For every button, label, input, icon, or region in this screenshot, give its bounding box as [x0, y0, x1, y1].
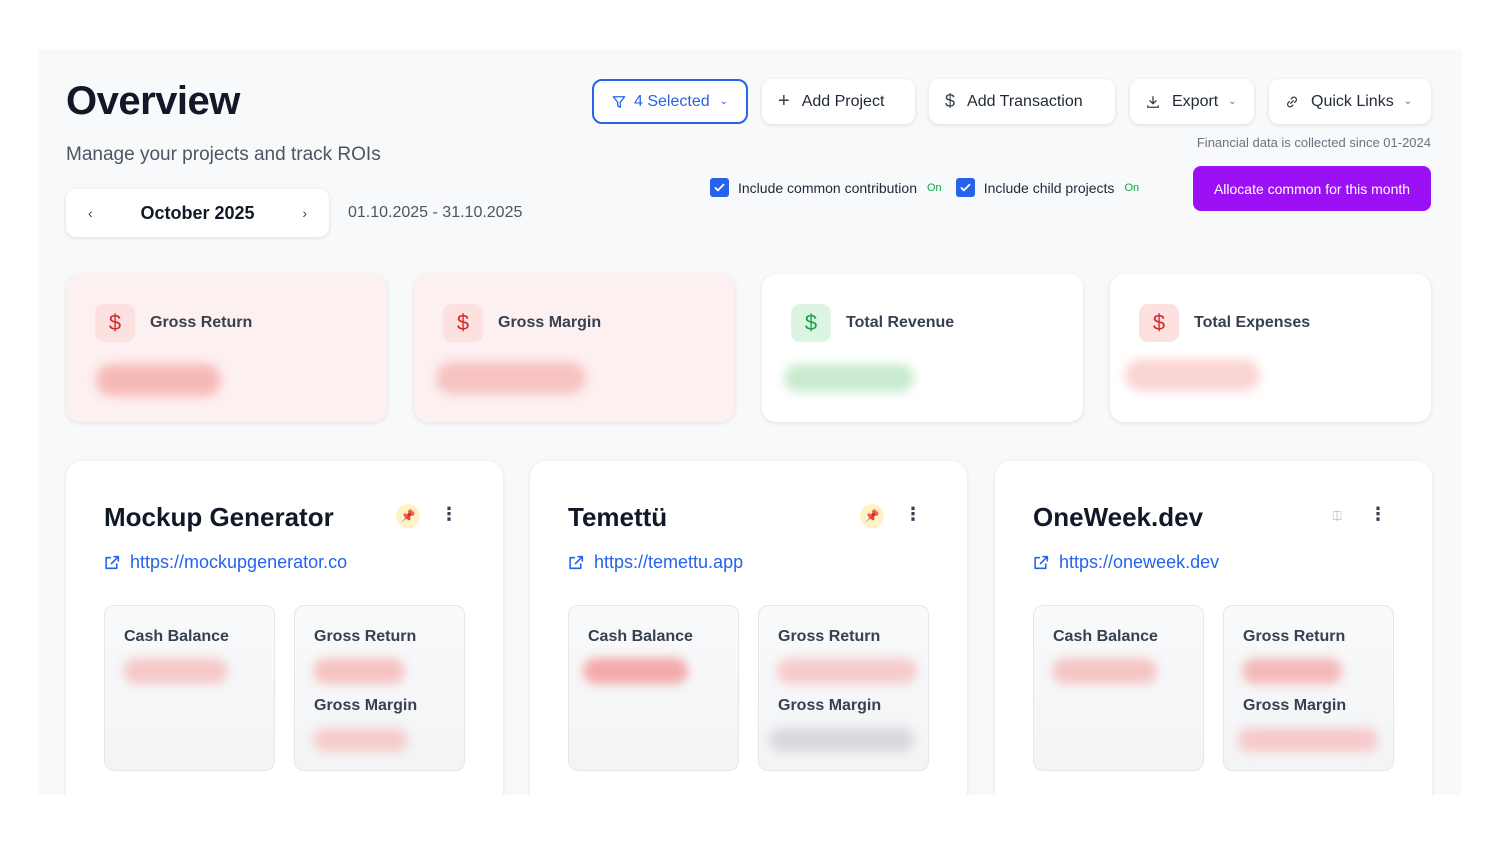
cash-balance-card: Cash Balance — [104, 605, 275, 771]
project-url: https://oneweek.dev — [1059, 552, 1220, 572]
metric-label: Cash Balance — [124, 628, 229, 645]
external-link-icon — [568, 554, 585, 571]
project-card: OneWeek.dev ⎅ ⋮ https://oneweek.dev Cash… — [995, 461, 1432, 795]
pin-icon[interactable]: 📌 — [860, 504, 884, 528]
metric-label: Gross Return — [778, 628, 881, 645]
project-name: Temettü — [568, 502, 668, 532]
stat-label: Gross Margin — [498, 314, 602, 331]
dollar-icon: $ — [95, 304, 135, 342]
dollar-icon: $ — [791, 304, 831, 342]
external-link-icon — [1033, 554, 1050, 571]
include-common-state: On — [927, 181, 942, 194]
project-card: Temettü 📌 ⋮ https://temettu.app Cash Bal… — [530, 461, 967, 795]
blurred-value — [769, 728, 914, 752]
chevron-down-icon: ⌄ — [1403, 96, 1413, 107]
stat-card-total-revenue: $ Total Revenue — [762, 274, 1083, 422]
external-link-icon — [104, 554, 121, 571]
more-options-icon[interactable]: ⋮ — [904, 504, 922, 525]
page-subtitle: Manage your projects and track ROIs — [66, 144, 381, 165]
returns-card: Gross Return Gross Margin — [758, 605, 929, 771]
more-options-icon[interactable]: ⋮ — [440, 504, 458, 525]
dollar-icon: $ — [1139, 304, 1179, 342]
overview-page: Overview Manage your projects and track … — [38, 49, 1462, 795]
metric-label: Gross Return — [314, 628, 417, 645]
chevron-down-icon: ⌄ — [1228, 96, 1237, 107]
returns-card: Gross Return Gross Margin — [1223, 605, 1394, 771]
project-name: OneWeek.dev — [1033, 502, 1204, 532]
metric-label: Cash Balance — [588, 628, 693, 645]
blurred-value — [1238, 728, 1378, 752]
blurred-value — [777, 658, 917, 684]
chevron-left-icon[interactable]: ‹ — [88, 205, 93, 221]
blurred-value — [1242, 658, 1342, 684]
pin-icon[interactable]: 📌 — [396, 504, 420, 528]
add-project-label: Add Project — [801, 92, 885, 110]
filter-icon — [612, 95, 626, 109]
chevron-down-icon: ⌄ — [719, 96, 728, 107]
include-toggles: Include common contribution On Include c… — [710, 178, 1153, 197]
blurred-value — [1125, 359, 1260, 391]
allocate-common-button[interactable]: Allocate common for this month — [1193, 166, 1431, 211]
project-url: https://mockupgenerator.co — [130, 552, 348, 572]
quick-links-dropdown[interactable]: Quick Links ⌄ — [1269, 79, 1431, 124]
include-child-checkbox[interactable] — [955, 178, 975, 197]
project-filter-dropdown[interactable]: 4 Selected ⌄ — [592, 79, 748, 124]
stat-card-gross-return: $ Gross Return — [66, 274, 387, 422]
cash-balance-card: Cash Balance — [568, 605, 739, 771]
date-range: 01.10.2025 - 31.10.2025 — [348, 204, 523, 221]
blurred-value — [1052, 658, 1157, 684]
download-icon — [1146, 95, 1160, 109]
project-link[interactable]: https://temettu.app — [568, 552, 743, 573]
include-common-label: Include common contribution — [738, 179, 917, 196]
add-project-button[interactable]: + Add Project — [762, 79, 915, 124]
blurred-value — [96, 364, 221, 396]
add-transaction-button[interactable]: $ Add Transaction — [929, 79, 1115, 124]
blurred-value — [583, 658, 688, 684]
project-link[interactable]: https://mockupgenerator.co — [104, 552, 347, 573]
dollar-icon: $ — [443, 304, 483, 342]
cash-balance-card: Cash Balance — [1033, 605, 1204, 771]
blurred-value — [436, 362, 586, 394]
stat-label: Total Expenses — [1194, 314, 1311, 331]
export-dropdown[interactable]: Export ⌄ — [1130, 79, 1254, 124]
metric-label: Gross Margin — [1243, 697, 1347, 714]
dollar-icon: $ — [945, 91, 956, 111]
metric-label: Gross Return — [1243, 628, 1346, 645]
more-options-icon[interactable]: ⋮ — [1369, 504, 1387, 525]
month-picker: ‹ October 2025 › — [66, 189, 329, 237]
stat-label: Total Revenue — [846, 314, 955, 331]
add-transaction-label: Add Transaction — [967, 92, 1083, 110]
project-name: Mockup Generator — [104, 502, 334, 532]
chevron-right-icon[interactable]: › — [302, 205, 307, 221]
project-url: https://temettu.app — [594, 552, 744, 572]
stat-card-total-expenses: $ Total Expenses — [1110, 274, 1431, 422]
quick-links-label: Quick Links — [1311, 92, 1394, 110]
metric-label: Gross Margin — [778, 697, 882, 714]
page-title: Overview — [66, 79, 240, 123]
blurred-value — [123, 658, 228, 684]
blurred-value — [313, 658, 405, 684]
pin-outline-icon[interactable]: ⎅ — [1325, 504, 1349, 528]
metric-label: Cash Balance — [1053, 628, 1158, 645]
export-label: Export — [1172, 92, 1219, 110]
filter-label: 4 Selected — [634, 92, 710, 110]
project-card: Mockup Generator 📌 ⋮ https://mockupgener… — [66, 461, 503, 795]
blurred-value — [784, 364, 914, 392]
stat-label: Gross Return — [150, 314, 253, 331]
returns-card: Gross Return Gross Margin — [294, 605, 465, 771]
plus-icon: + — [778, 90, 790, 112]
blurred-value — [313, 728, 408, 752]
link-icon — [1285, 95, 1299, 109]
metric-label: Gross Margin — [314, 697, 418, 714]
include-child-state: On — [1124, 181, 1140, 194]
current-month: October 2025 — [140, 202, 255, 223]
include-common-checkbox[interactable] — [710, 178, 729, 197]
include-child-label: Include child projects — [983, 179, 1115, 196]
project-link[interactable]: https://oneweek.dev — [1033, 552, 1219, 573]
financial-data-note: Financial data is collected since 01-202… — [1196, 135, 1431, 150]
stat-card-gross-margin: $ Gross Margin — [414, 274, 735, 422]
